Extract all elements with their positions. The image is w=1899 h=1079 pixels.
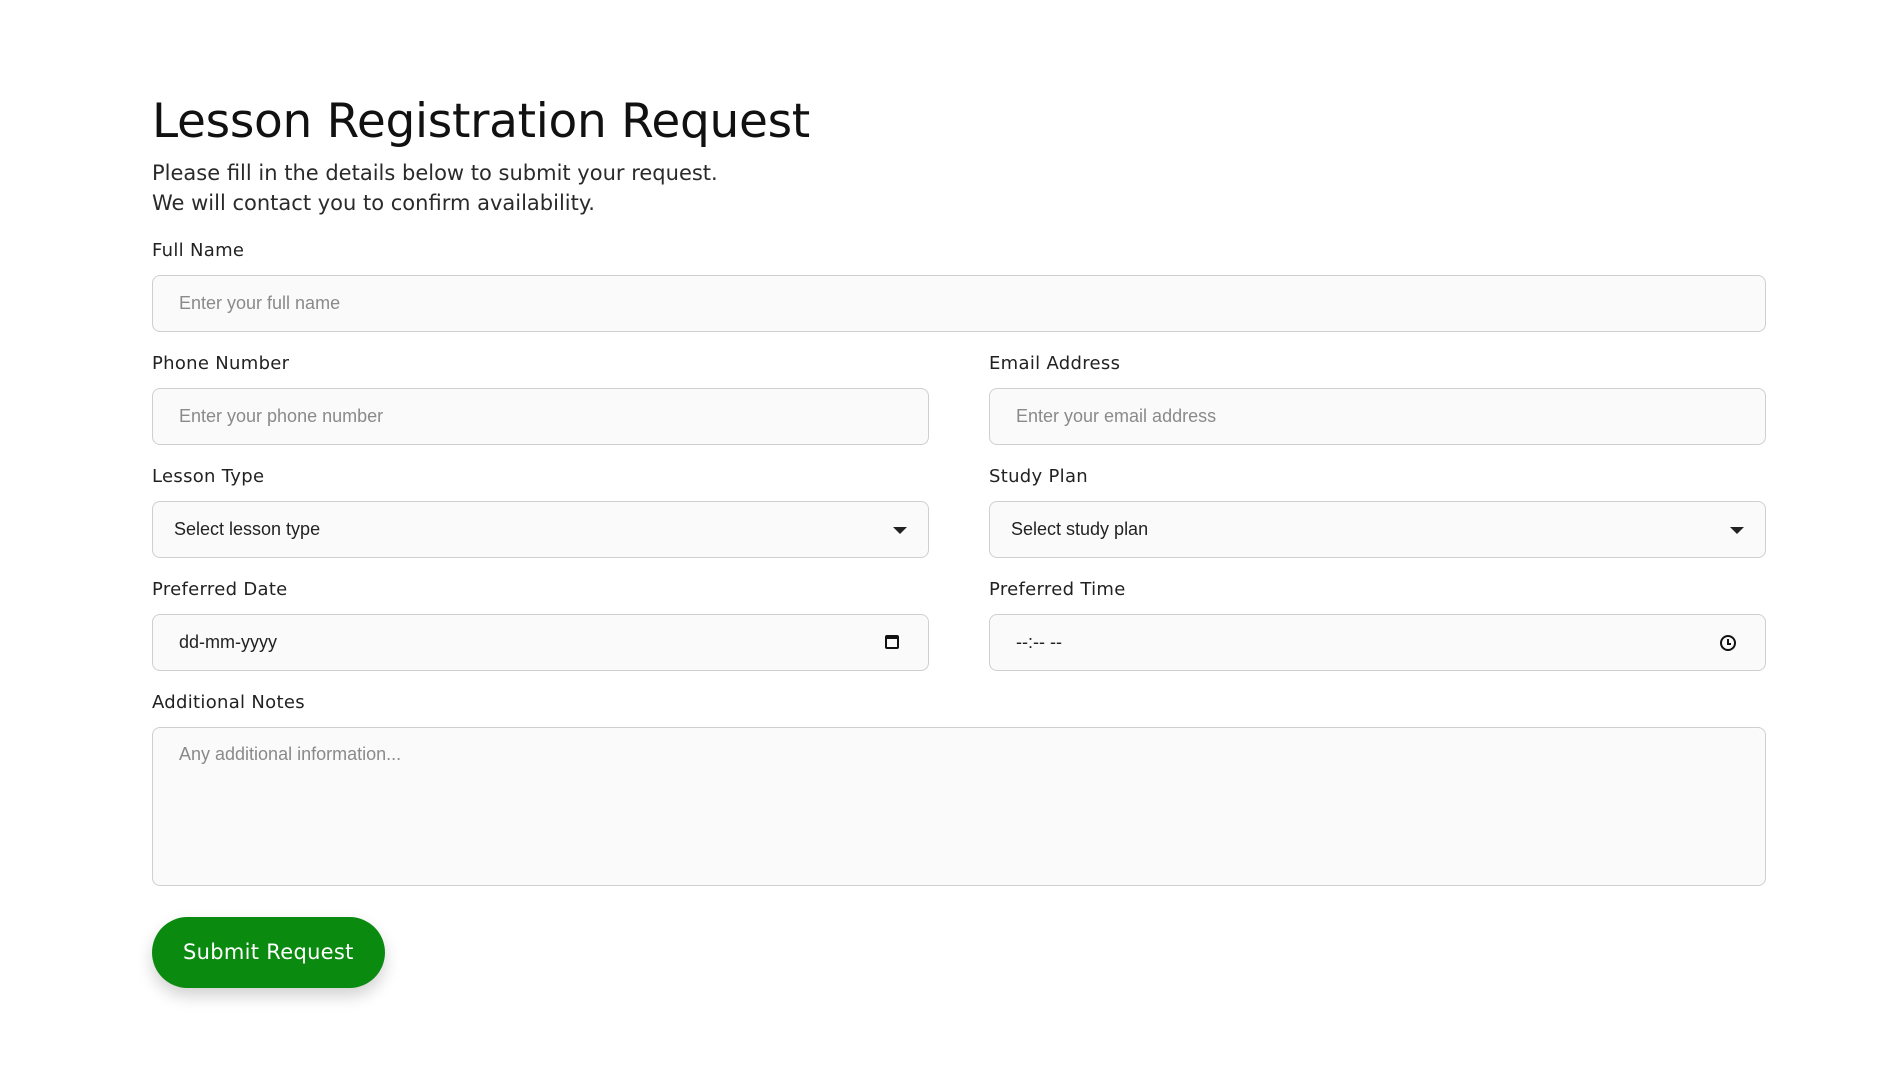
email-input[interactable]: Enter your email address [989,388,1766,445]
email-label: Email Address [989,353,1121,374]
preferred-time-input[interactable]: --:-- -- [989,614,1766,671]
email-group: Email Address Enter your email address [989,352,1766,445]
preferred-date-label: Preferred Date [152,579,288,600]
preferred-time-label: Preferred Time [989,579,1126,600]
registration-page: Lesson Registration Request Please fill … [152,92,1766,988]
page-subtitle: Please fill in the details below to subm… [152,158,1766,218]
lesson-type-group: Lesson Type Select lesson type [152,465,929,558]
calendar-icon[interactable] [885,634,899,649]
preferred-date-input[interactable]: dd-mm-yyyy [152,614,929,671]
contact-row: Phone Number Enter your phone number Ema… [152,352,1766,465]
phone-group: Phone Number Enter your phone number [152,352,929,445]
preferred-date-value: dd-mm-yyyy [179,632,277,652]
full-name-placeholder: Enter your full name [179,293,341,313]
phone-label: Phone Number [152,353,290,374]
notes-label: Additional Notes [152,692,305,713]
email-placeholder: Enter your email address [1016,406,1217,426]
study-plan-group: Study Plan Select study plan [989,465,1766,558]
full-name-input[interactable]: Enter your full name [152,275,1766,332]
study-plan-selected: Select study plan [1011,519,1149,539]
lesson-type-select[interactable]: Select lesson type [152,501,929,558]
submit-request-button[interactable]: Submit Request [152,917,385,988]
lesson-type-selected: Select lesson type [174,519,321,539]
caret-down-icon[interactable] [893,526,907,534]
notes-group: Additional Notes Any additional informat… [152,691,1766,886]
preferred-date-group: Preferred Date dd-mm-yyyy [152,578,929,671]
page-title: Lesson Registration Request [152,94,810,149]
study-plan-label: Study Plan [989,466,1088,487]
caret-down-icon[interactable] [1730,526,1744,534]
subtitle-line-2: We will contact you to confirm availabil… [152,191,595,215]
notes-textarea[interactable]: Any additional information... [152,727,1766,886]
phone-placeholder: Enter your phone number [179,406,384,426]
study-plan-select[interactable]: Select study plan [989,501,1766,558]
preferred-time-value: --:-- -- [1016,632,1062,652]
subtitle-line-1: Please fill in the details below to subm… [152,161,718,185]
full-name-label: Full Name [152,240,245,261]
schedule-row: Preferred Date dd-mm-yyyy Preferred Time… [152,578,1766,691]
clock-icon[interactable] [1720,634,1736,651]
lesson-type-label: Lesson Type [152,466,265,487]
lesson-row: Lesson Type Select lesson type Study Pla… [152,465,1766,578]
notes-placeholder: Any additional information... [179,744,402,764]
full-name-group: Full Name Enter your full name [152,239,1766,332]
phone-input[interactable]: Enter your phone number [152,388,929,445]
registration-form: Full Name Enter your full name Phone Num… [152,239,1766,988]
preferred-time-group: Preferred Time --:-- -- [989,578,1766,671]
